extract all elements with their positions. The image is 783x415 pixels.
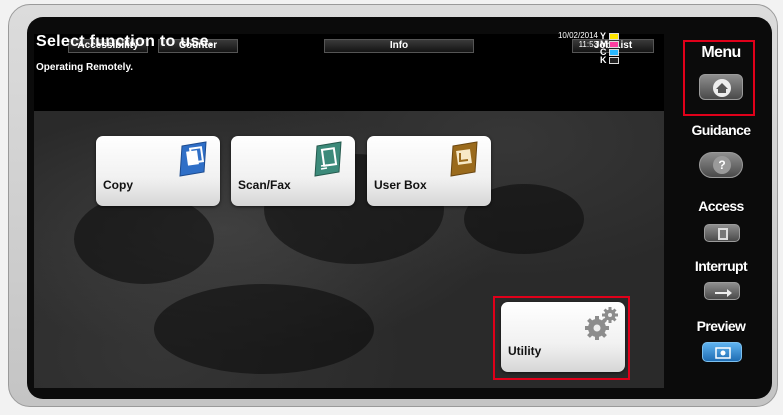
date-time: 10/02/2014 11:53 (540, 31, 598, 49)
interrupt-label: Interrupt (694, 258, 748, 274)
scan-fax-label: Scan/Fax (238, 178, 291, 192)
time-text: 11:53 (578, 40, 598, 49)
background-texture (154, 284, 374, 374)
access-label: Access (698, 198, 744, 214)
door-icon (718, 228, 728, 240)
toner-black: K (600, 56, 630, 65)
tab-info[interactable]: Info (324, 39, 474, 53)
interrupt-button[interactable] (704, 282, 740, 300)
guidance-label: Guidance (691, 122, 752, 138)
guidance-button[interactable]: ? (699, 152, 743, 178)
menu-highlight-box (683, 40, 755, 116)
scan-fax-button[interactable]: Scan/Fax (231, 136, 355, 206)
copy-icon (179, 141, 207, 177)
scan-fax-icon (314, 141, 342, 177)
preview-button[interactable] (702, 342, 742, 362)
user-box-label: User Box (374, 178, 427, 192)
copy-button[interactable]: Copy (96, 136, 220, 206)
utility-highlight-box (493, 296, 630, 380)
help-icon: ? (713, 156, 731, 174)
svg-text:?: ? (718, 158, 725, 172)
page-title: Select function to use. (36, 33, 214, 50)
interrupt-arrow-icon (715, 289, 732, 297)
status-text: Operating Remotely. (36, 62, 134, 73)
background-texture (74, 194, 214, 284)
date-text: 10/02/2014 (557, 31, 598, 40)
user-box-icon (450, 141, 478, 177)
copy-label: Copy (103, 178, 133, 192)
toner-levels: Y M C K (600, 32, 630, 65)
preview-label: Preview (696, 318, 746, 334)
preview-icon (715, 347, 731, 359)
user-box-button[interactable]: User Box (367, 136, 491, 206)
access-button[interactable] (704, 224, 740, 242)
